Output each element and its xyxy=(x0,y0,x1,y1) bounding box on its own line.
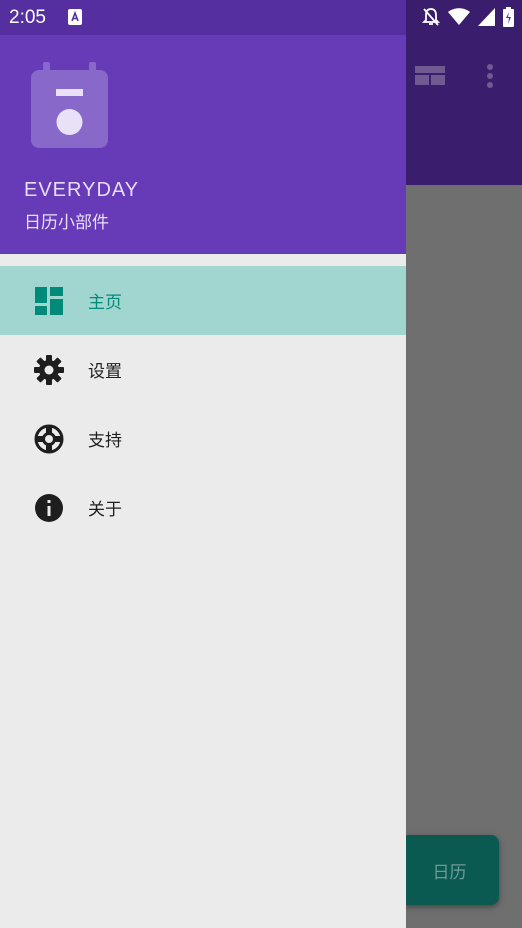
menu-item-about[interactable]: 关于 xyxy=(0,473,406,542)
menu-label-home: 主页 xyxy=(88,293,122,313)
info-icon xyxy=(34,493,64,523)
drawer-menu: 主页 设置 支持 关于 xyxy=(0,266,406,542)
calendar-app-logo-icon xyxy=(31,62,108,148)
app-name: EVERYDAY xyxy=(24,179,140,201)
view-layout-icon[interactable] xyxy=(414,64,446,88)
gear-icon xyxy=(34,354,64,385)
wifi-icon xyxy=(448,8,470,25)
status-time: 2:05 xyxy=(9,7,46,28)
more-options-icon[interactable] xyxy=(484,62,496,90)
font-notification-icon xyxy=(68,9,82,25)
notifications-off-icon xyxy=(422,8,440,26)
menu-label-settings: 设置 xyxy=(88,362,122,382)
calendar-fab-button[interactable]: 日历 xyxy=(400,835,499,905)
menu-item-home[interactable]: 主页 xyxy=(0,266,406,335)
menu-item-settings[interactable]: 设置 xyxy=(0,335,406,404)
menu-label-about: 关于 xyxy=(88,500,122,520)
battery-icon xyxy=(503,7,514,27)
status-bar: 2:05 xyxy=(0,0,522,35)
cell-signal-icon xyxy=(478,8,495,26)
lifebuoy-icon xyxy=(34,424,64,454)
menu-item-support[interactable]: 支持 xyxy=(0,404,406,473)
dashboard-icon xyxy=(34,286,64,316)
menu-label-support: 支持 xyxy=(88,431,122,451)
fab-label: 日历 xyxy=(432,862,467,883)
app-subtitle: 日历小部件 xyxy=(24,213,109,233)
drawer-header: EVERYDAY 日历小部件 xyxy=(0,35,406,254)
status-icons xyxy=(422,7,514,27)
navigation-drawer: EVERYDAY 日历小部件 主页 设置 支持 关于 xyxy=(0,35,406,928)
